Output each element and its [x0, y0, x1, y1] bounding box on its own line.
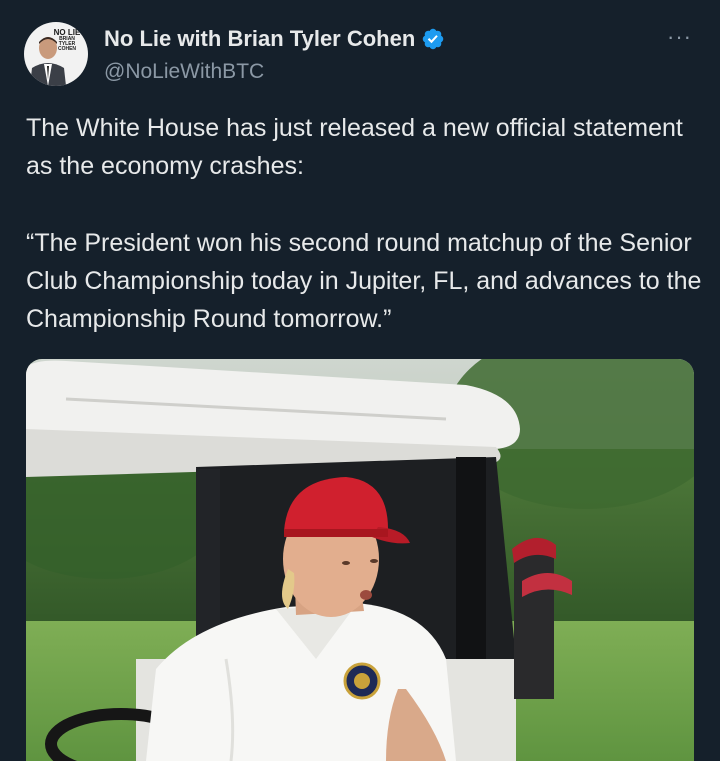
author-handle[interactable]: @NoLieWithBTC — [104, 60, 264, 84]
avatar-badge-subtext: BRIAN TYLER COHEN — [57, 36, 77, 52]
more-options-icon[interactable]: ··· — [667, 24, 692, 50]
author-display-name[interactable]: No Lie with Brian Tyler Cohen — [104, 26, 415, 52]
avatar-badge: NO LIE BRIAN TYLER COHEN — [51, 28, 83, 58]
tweet-text-paragraph-1: The White House has just released a new … — [26, 114, 683, 180]
author-avatar[interactable]: NO LIE BRIAN TYLER COHEN — [24, 22, 88, 86]
golf-cart-photo-illustration — [26, 359, 694, 761]
verified-badge-icon — [423, 28, 444, 50]
author-name-row: No Lie with Brian Tyler Cohen — [104, 24, 445, 54]
tweet-text-paragraph-2: “The President won his second round matc… — [26, 229, 702, 333]
tweet-card: NO LIE BRIAN TYLER COHEN No Lie with Bri… — [0, 0, 720, 761]
tweet-photo[interactable] — [26, 359, 694, 761]
